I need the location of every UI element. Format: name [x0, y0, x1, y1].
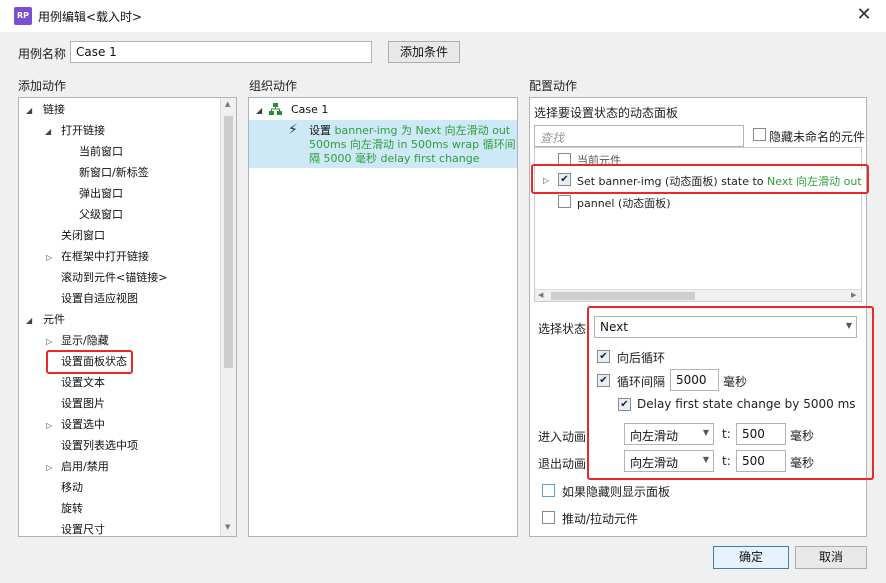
collapsed-triangle-icon[interactable]: ▷	[46, 253, 52, 262]
cancel-button[interactable]: 取消	[795, 546, 867, 569]
enter-anim-label: 进入动画	[538, 430, 587, 444]
show-if-hidden-checkbox[interactable]	[542, 484, 555, 497]
organize-action-text: 设置 banner-img 为 Next 向左滑动 out 500ms 向左滑动…	[309, 124, 517, 166]
action-target: banner-img 为 Next 向左滑动 out 500ms 向左滑动 in…	[309, 124, 516, 165]
choose-panel-label: 选择要设置状态的动态面板	[534, 106, 679, 120]
hscroll-thumb[interactable]	[551, 292, 695, 300]
tree-set-list-selected[interactable]: 设置列表选中项	[61, 437, 138, 455]
pannel-checkbox[interactable]	[558, 195, 571, 208]
collapsed-triangle-icon[interactable]: ▷	[46, 421, 52, 430]
highlight-set-panel-state	[46, 350, 133, 374]
tree-enable-disable[interactable]: 启用/禁用	[61, 458, 109, 476]
expanded-triangle-icon[interactable]: ◢	[26, 106, 32, 115]
close-icon[interactable]: ✕	[852, 4, 876, 28]
ok-button[interactable]: 确定	[713, 546, 789, 569]
tree-set-size[interactable]: 设置尺寸	[61, 521, 105, 536]
lightning-icon: ⚡	[288, 122, 298, 138]
add-condition-button[interactable]: 添加条件	[388, 41, 460, 63]
organize-action-heading: 组织动作	[249, 79, 298, 93]
tree-set-text[interactable]: 设置文本	[61, 374, 105, 392]
tree-rotate[interactable]: 旋转	[61, 500, 83, 518]
scroll-right-icon[interactable]: ▶	[851, 291, 856, 299]
config-action-heading: 配置动作	[529, 79, 578, 93]
scroll-left-icon[interactable]: ◀	[538, 291, 543, 299]
tree-set-selected[interactable]: 设置选中	[61, 416, 105, 434]
scroll-up-icon[interactable]: ▲	[225, 100, 230, 108]
tree-widgets[interactable]: 元件	[43, 311, 65, 329]
app-icon: RP	[14, 7, 32, 25]
tree-set-image[interactable]: 设置图片	[61, 395, 105, 413]
tree-set-adaptive[interactable]: 设置自适应视图	[61, 290, 138, 308]
collapsed-triangle-icon[interactable]: ▷	[46, 463, 52, 472]
tree-new-window[interactable]: 新窗口/新标签	[79, 164, 149, 182]
collapsed-triangle-icon[interactable]: ▷	[46, 337, 52, 346]
tree-parent-window[interactable]: 父级窗口	[79, 206, 123, 224]
hide-unnamed-checkbox[interactable]	[753, 128, 766, 141]
expanded-triangle-icon[interactable]: ◢	[45, 127, 51, 136]
hide-unnamed-label: 隐藏未命名的元件	[769, 130, 866, 144]
scroll-down-icon[interactable]: ▼	[225, 523, 230, 531]
expanded-triangle-icon[interactable]: ◢	[26, 316, 32, 325]
tree-close-window[interactable]: 关闭窗口	[61, 227, 105, 245]
tree-current-window[interactable]: 当前窗口	[79, 143, 123, 161]
tree-scroll-to[interactable]: 滚动到元件<锚链接>	[61, 269, 167, 287]
tree-open-link[interactable]: 打开链接	[61, 122, 105, 140]
organize-case[interactable]: Case 1	[291, 101, 328, 119]
tree-show-hide[interactable]: 显示/隐藏	[61, 332, 109, 350]
panel-list-hscroll[interactable]: ◀ ▶	[535, 289, 861, 301]
case-tree-icon	[269, 103, 282, 115]
expanded-triangle-icon[interactable]: ◢	[256, 106, 262, 115]
exit-anim-label: 退出动画	[538, 457, 587, 471]
case-name-label: 用例名称	[18, 47, 67, 61]
tree-open-in-frame[interactable]: 在框架中打开链接	[61, 248, 149, 266]
tree-move[interactable]: 移动	[61, 479, 83, 497]
push-pull-checkbox[interactable]	[542, 511, 555, 524]
add-action-heading: 添加动作	[18, 79, 67, 93]
panel-search-input[interactable]: 查找	[534, 125, 744, 147]
tree-links[interactable]: 链接	[43, 101, 65, 119]
case-name-input[interactable]: Case 1	[70, 41, 372, 63]
add-action-scrollbar[interactable]: ▲ ▼	[220, 98, 236, 536]
pannel-item[interactable]: pannel (动态面板)	[577, 195, 671, 211]
push-pull-label: 推动/拉动元件	[562, 512, 639, 526]
select-state-label: 选择状态	[538, 322, 587, 336]
scroll-thumb[interactable]	[224, 116, 233, 368]
window-title: 用例编辑<载入时>	[38, 10, 143, 24]
action-prefix: 设置	[309, 124, 335, 137]
highlight-state-options	[587, 306, 874, 480]
highlight-banner-item	[531, 164, 869, 194]
tree-popup-window[interactable]: 弹出窗口	[79, 185, 123, 203]
show-if-hidden-label: 如果隐藏则显示面板	[562, 485, 671, 499]
